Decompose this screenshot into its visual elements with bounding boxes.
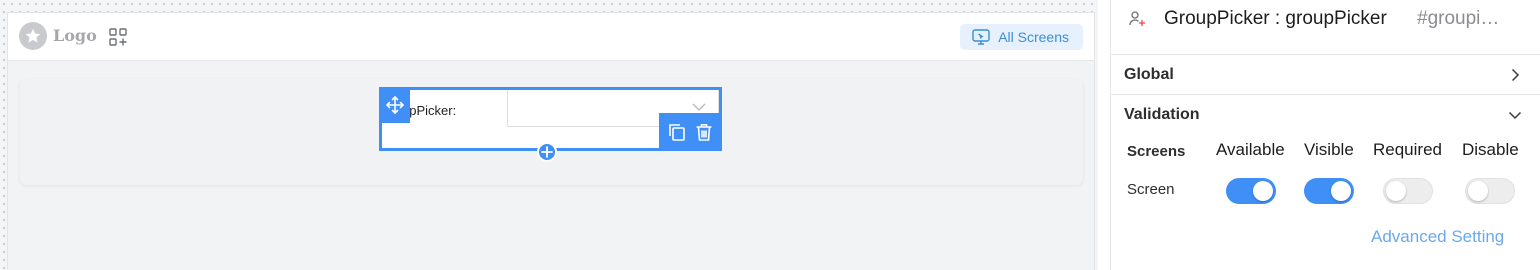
row-label-screen: Screen: [1127, 181, 1175, 198]
logo-text: Logo: [53, 26, 97, 45]
delete-icon[interactable]: [694, 122, 714, 142]
toggle-knob: [1331, 181, 1351, 201]
chevron-down-icon: [692, 103, 706, 111]
component-action-bar: [659, 113, 722, 151]
section-title-global: Global: [1124, 66, 1174, 83]
section-title-validation: Validation: [1124, 106, 1200, 123]
toggle-knob: [1386, 181, 1406, 201]
column-header-screens: Screens: [1127, 143, 1186, 160]
toggle-visible[interactable]: [1304, 178, 1354, 204]
group-picker-component[interactable]: upPicker:: [379, 87, 722, 162]
toggle-knob: [1253, 181, 1273, 201]
column-header-disable: Disable: [1462, 140, 1519, 159]
star-icon: [19, 22, 47, 50]
section-global[interactable]: Global: [1111, 54, 1540, 94]
component-label: upPicker:: [402, 103, 457, 118]
toggle-disable[interactable]: [1465, 178, 1515, 204]
panel-header: GroupPicker : groupPicker #groupi…: [1111, 0, 1540, 40]
column-header-visible: Visible: [1304, 140, 1354, 159]
section-validation[interactable]: Validation: [1111, 94, 1540, 134]
toggle-knob: [1468, 181, 1488, 201]
toggle-required[interactable]: [1383, 178, 1433, 204]
add-component-button[interactable]: [537, 142, 557, 162]
all-screens-label: All Screens: [998, 29, 1069, 45]
design-canvas: Logo All Screens upPicker:: [0, 0, 1098, 270]
screen-icon: [972, 29, 990, 45]
move-icon[interactable]: [379, 87, 410, 123]
advanced-setting-link[interactable]: Advanced Setting: [1371, 227, 1504, 247]
chevron-down-icon: [1508, 111, 1522, 120]
app-root: Logo All Screens upPicker: GroupPicker:…: [0, 0, 1540, 270]
group-user-icon: [1129, 11, 1145, 26]
plus-icon: [541, 146, 553, 158]
all-screens-button[interactable]: All Screens: [960, 24, 1083, 50]
column-header-required: Required: [1373, 140, 1442, 159]
panel-component-id: #groupi…: [1417, 8, 1500, 29]
column-header-available: Available: [1216, 140, 1285, 159]
chevron-right-icon: [1511, 68, 1520, 82]
apps-add-icon[interactable]: [109, 28, 127, 46]
page-header: Logo All Screens: [8, 13, 1094, 61]
copy-icon[interactable]: [667, 122, 687, 142]
panel-title: GroupPicker : groupPicker: [1164, 8, 1387, 29]
properties-panel: GroupPicker : groupPicker #groupi… Globa…: [1111, 0, 1540, 270]
toggle-available[interactable]: [1226, 178, 1276, 204]
